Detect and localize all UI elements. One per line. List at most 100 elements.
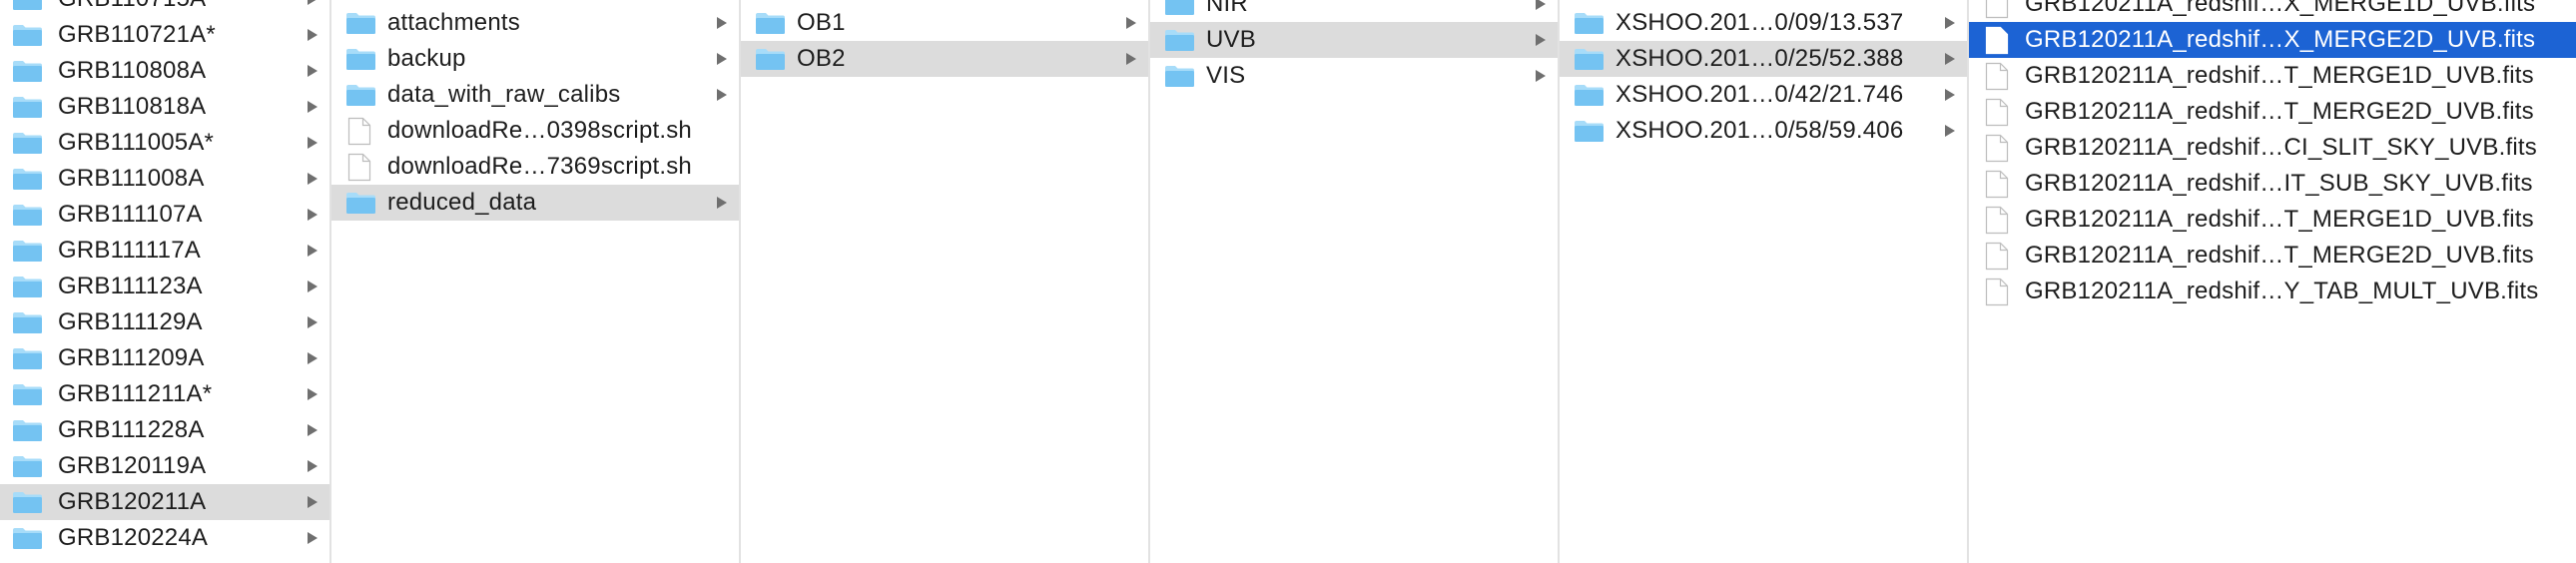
folder-row[interactable]: GRB111005A* — [0, 125, 329, 161]
folder-name: UVB — [1206, 26, 1256, 53]
file-row[interactable]: GRB120211A_redshif…X_MERGE2D_UVB.fits — [1969, 22, 2576, 58]
folder-name: XSHOO.201…0/58/59.406 — [1615, 117, 1904, 144]
file-row[interactable]: GRB120211A_redshif…CI_SLIT_SKY_UVB.fits — [1969, 130, 2576, 166]
folder-icon — [12, 0, 43, 11]
disclosure-arrow-icon — [308, 496, 318, 508]
folder-row[interactable]: UVB — [1150, 22, 1558, 58]
disclosure-arrow-icon — [308, 209, 318, 221]
folder-name: VIS — [1206, 62, 1246, 89]
folder-row[interactable]: GRB111117A — [0, 233, 329, 269]
disclosure-arrow-icon — [308, 281, 318, 292]
folder-name: GRB120119A — [58, 452, 207, 479]
file-row[interactable]: GRB120211A_redshif…X_MERGE1D_UVB.fits — [1969, 0, 2576, 22]
folder-icon — [12, 132, 43, 155]
document-icon — [347, 117, 371, 146]
folder-row[interactable]: GRB110715A* — [0, 0, 329, 17]
file-row[interactable]: GRB120211A_redshif…T_MERGE2D_UVB.fits — [1969, 94, 2576, 130]
file-row[interactable]: GRB120211A_redshif…T_MERGE1D_UVB.fits — [1969, 58, 2576, 94]
folder-row[interactable]: GRB120224A — [0, 520, 329, 556]
folder-icon — [1574, 84, 1605, 107]
folder-icon — [12, 276, 43, 298]
browser-column-2[interactable]: attachments backup data_with_raw_calibsdow… — [331, 0, 741, 563]
disclosure-arrow-icon — [1536, 70, 1546, 82]
folder-row[interactable]: VIS — [1150, 58, 1558, 94]
folder-row[interactable]: GRB111228A — [0, 412, 329, 448]
file-row[interactable]: downloadRe…0398script.sh — [331, 113, 739, 149]
folder-row[interactable]: GRB111123A — [0, 269, 329, 304]
disclosure-arrow-icon — [308, 65, 318, 77]
disclosure-arrow-icon — [1126, 17, 1136, 29]
folder-icon — [345, 12, 376, 35]
file-row[interactable]: GRB120211A_redshif…IT_SUB_SKY_UVB.fits — [1969, 166, 2576, 202]
folder-name: attachments — [387, 9, 520, 36]
folder-icon — [12, 240, 43, 263]
disclosure-arrow-icon — [308, 245, 318, 257]
folder-row[interactable]: GRB111211A* — [0, 376, 329, 412]
folder-row[interactable]: GRB110818A — [0, 89, 329, 125]
file-name: GRB120211A_redshif…Y_TAB_MULT_UVB.fits — [2025, 278, 2539, 304]
folder-row[interactable]: XSHOO.201…0/25/52.388 — [1560, 41, 1967, 77]
browser-column-5[interactable]: XSHOO.201…0/09/13.537 XSHOO.201…0/25/52.3… — [1560, 0, 1969, 563]
folder-row[interactable]: XSHOO.201…0/09/13.537 — [1560, 5, 1967, 41]
folder-icon — [12, 60, 43, 83]
document-icon — [1985, 0, 2009, 19]
column-item-list: NIR UVB VIS — [1150, 0, 1558, 94]
folder-row[interactable]: GRB110721A* — [0, 17, 329, 53]
folder-row[interactable]: reduced_data — [331, 185, 739, 221]
disclosure-arrow-icon — [308, 29, 318, 41]
browser-column-1[interactable]: GRB110715A* GRB110721A* GRB110808A GRB11081… — [0, 0, 331, 563]
file-name: downloadRe…0398script.sh — [387, 117, 692, 144]
folder-icon — [12, 527, 43, 550]
document-icon — [1985, 170, 2009, 199]
file-name: GRB120211A_redshif…CI_SLIT_SKY_UVB.fits — [2025, 134, 2537, 161]
file-name: GRB120211A_redshif…T_MERGE2D_UVB.fits — [2025, 242, 2534, 269]
folder-row[interactable]: GRB111209A — [0, 340, 329, 376]
browser-column-6[interactable]: GRB120211A_redshif…X_MERGE1D_UVB.fits GRB… — [1969, 0, 2576, 563]
folder-name: GRB110808A — [58, 57, 207, 84]
folder-row[interactable]: data_with_raw_calibs — [331, 77, 739, 113]
folder-name: GRB120211A — [58, 488, 207, 515]
folder-row[interactable]: GRB110808A — [0, 53, 329, 89]
folder-row[interactable]: GRB111107A — [0, 197, 329, 233]
folder-icon — [1574, 120, 1605, 143]
folder-row[interactable]: attachments — [331, 5, 739, 41]
folder-row[interactable]: OB1 — [741, 5, 1148, 41]
folder-name: GRB111228A — [58, 416, 205, 443]
disclosure-arrow-icon — [308, 137, 318, 149]
folder-icon — [12, 347, 43, 370]
folder-name: reduced_data — [387, 189, 537, 216]
column-item-list: GRB120211A_redshif…X_MERGE1D_UVB.fits GRB… — [1969, 0, 2576, 309]
folder-name: GRB110721A* — [58, 21, 216, 48]
file-row[interactable]: downloadRe…7369script.sh — [331, 149, 739, 185]
folder-icon — [1574, 48, 1605, 71]
file-row[interactable]: GRB120211A_redshif…T_MERGE1D_UVB.fits — [1969, 202, 2576, 238]
folder-row[interactable]: XSHOO.201…0/42/21.746 — [1560, 77, 1967, 113]
folder-name: XSHOO.201…0/25/52.388 — [1615, 45, 1904, 72]
folder-row[interactable]: backup — [331, 41, 739, 77]
folder-row[interactable]: GRB120119A — [0, 448, 329, 484]
disclosure-arrow-icon — [308, 424, 318, 436]
disclosure-arrow-icon — [308, 352, 318, 364]
folder-icon — [345, 48, 376, 71]
browser-column-4[interactable]: NIR UVB VIS — [1150, 0, 1560, 563]
disclosure-arrow-icon — [1536, 34, 1546, 46]
folder-name: NIR — [1206, 0, 1248, 17]
folder-row[interactable]: GRB111129A — [0, 304, 329, 340]
file-row[interactable]: GRB120211A_redshif…Y_TAB_MULT_UVB.fits — [1969, 274, 2576, 309]
browser-column-3[interactable]: OB1 OB2 — [741, 0, 1150, 563]
folder-row[interactable]: GRB111008A — [0, 161, 329, 197]
folder-name: GRB120224A — [58, 524, 209, 551]
folder-name: GRB111008A — [58, 165, 205, 192]
folder-row[interactable]: NIR — [1150, 0, 1558, 22]
folder-icon — [755, 48, 786, 71]
folder-icon — [12, 24, 43, 47]
document-icon — [1985, 278, 2009, 306]
finder-column-browser: GRB110715A* GRB110721A* GRB110808A GRB11081… — [0, 0, 2576, 563]
folder-name: GRB111129A — [58, 308, 203, 335]
folder-row[interactable]: XSHOO.201…0/58/59.406 — [1560, 113, 1967, 149]
file-row[interactable]: GRB120211A_redshif…T_MERGE2D_UVB.fits — [1969, 238, 2576, 274]
folder-name: OB2 — [797, 45, 846, 72]
folder-row[interactable]: GRB120211A — [0, 484, 329, 520]
disclosure-arrow-icon — [1945, 125, 1955, 137]
folder-row[interactable]: OB2 — [741, 41, 1148, 77]
